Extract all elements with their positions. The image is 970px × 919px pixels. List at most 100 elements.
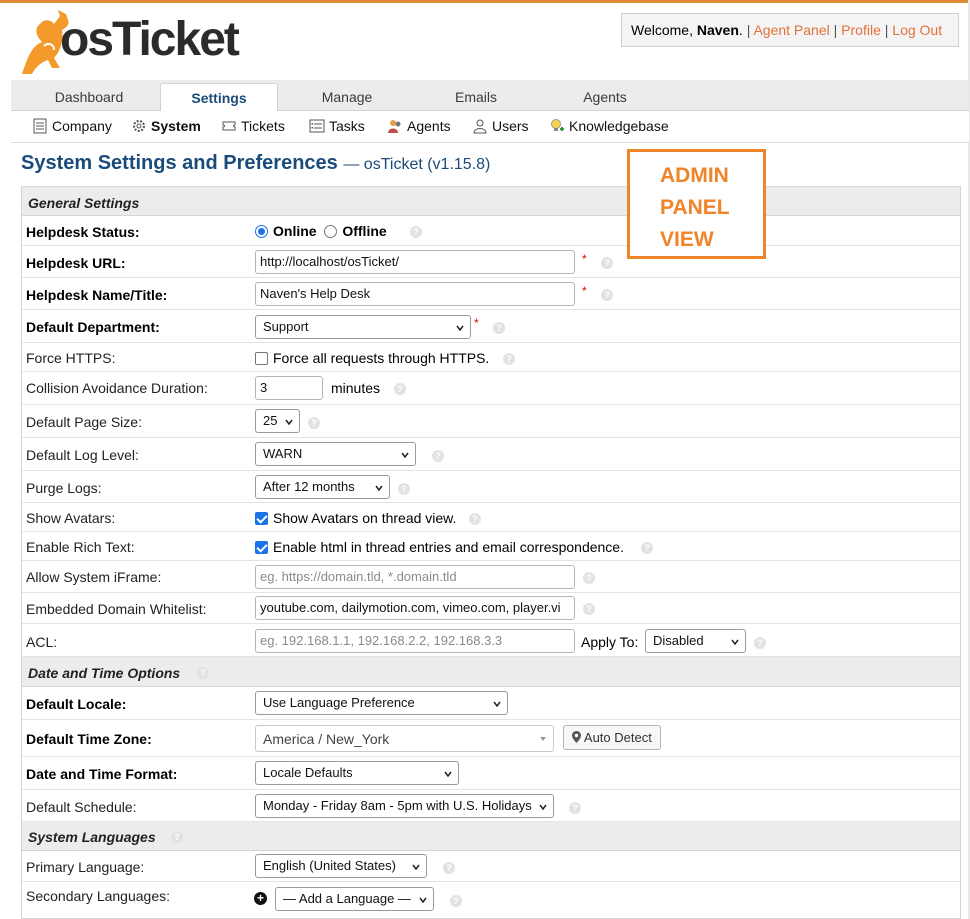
- apply-to-value: Disabled: [653, 633, 704, 648]
- collision-duration-input[interactable]: 3: [255, 376, 323, 400]
- row-rich-text: Enable Rich Text: Enable html in thread …: [22, 532, 960, 561]
- add-language-select[interactable]: — Add a Language —: [275, 887, 434, 911]
- rich-text-text: Enable html in thread entries and email …: [273, 539, 624, 555]
- help-icon[interactable]: ?: [469, 513, 481, 525]
- helpdesk-name-input[interactable]: Naven's Help Desk: [255, 282, 575, 306]
- section-date-time: Date and Time Options ?: [22, 657, 960, 687]
- help-icon[interactable]: ?: [197, 667, 209, 679]
- add-language-value: — Add a Language —: [283, 891, 411, 906]
- agent-panel-link[interactable]: Agent Panel: [753, 22, 829, 38]
- collision-duration-label: Collision Avoidance Duration:: [26, 380, 208, 396]
- page-title-text: System Settings and Preferences: [21, 152, 338, 174]
- force-https-checkbox[interactable]: [255, 352, 268, 365]
- help-icon[interactable]: ?: [394, 383, 406, 395]
- whitelist-input[interactable]: youtube.com, dailymotion.com, vimeo.com,…: [255, 596, 575, 620]
- tab-manage[interactable]: Manage: [287, 83, 407, 111]
- required-marker: *: [474, 316, 479, 330]
- main-nav: Dashboard Settings Manage Emails Agents: [11, 80, 969, 112]
- chevron-down-icon: [731, 639, 739, 646]
- callout-line: VIEW: [660, 228, 714, 251]
- tab-settings[interactable]: Settings: [160, 83, 278, 112]
- help-icon[interactable]: ?: [443, 862, 455, 874]
- profile-link[interactable]: Profile: [841, 22, 881, 38]
- subnav-label: Company: [52, 118, 112, 134]
- callout-line: ADMIN: [660, 164, 729, 187]
- user-name: Naven: [696, 22, 739, 38]
- row-helpdesk-url: Helpdesk URL: http://localhost/osTicket/…: [22, 246, 960, 278]
- timezone-select[interactable]: America / New_York: [255, 725, 554, 752]
- purge-logs-select[interactable]: After 12 months: [255, 475, 390, 499]
- chevron-down-icon: [493, 701, 501, 708]
- brand-logo[interactable]: osTicket: [14, 6, 240, 78]
- online-label: Online: [273, 223, 317, 239]
- subnav-knowledgebase[interactable]: Knowledgebase: [549, 118, 669, 136]
- iframe-input[interactable]: eg. https://domain.tld, *.domain.tld: [255, 565, 575, 589]
- subnav-agents[interactable]: Agents: [387, 118, 451, 136]
- chevron-down-icon: [419, 897, 427, 904]
- subnav-label: Tasks: [329, 118, 365, 134]
- subnav-system[interactable]: System: [131, 118, 201, 136]
- help-icon[interactable]: ?: [601, 289, 613, 301]
- acl-input[interactable]: eg. 192.168.1.1, 192.168.2.2, 192.168.3.…: [255, 629, 575, 653]
- row-default-timezone: Default Time Zone: America / New_York Au…: [22, 720, 960, 757]
- row-secondary-languages: Secondary Languages: + — Add a Language …: [22, 882, 960, 918]
- tab-emails[interactable]: Emails: [416, 83, 536, 111]
- subnav-tickets[interactable]: Tickets: [221, 118, 285, 136]
- subnav-company[interactable]: Company: [32, 118, 112, 136]
- page-size-select[interactable]: 25: [255, 409, 300, 433]
- department-select[interactable]: Support: [255, 315, 471, 339]
- online-radio[interactable]: [255, 225, 268, 238]
- show-avatars-label: Show Avatars:: [26, 510, 116, 526]
- help-icon[interactable]: ?: [432, 450, 444, 462]
- help-icon[interactable]: ?: [601, 257, 613, 269]
- log-level-select[interactable]: WARN: [255, 442, 416, 466]
- help-icon[interactable]: ?: [583, 572, 595, 584]
- force-https-text: Force all requests through HTTPS.: [273, 350, 490, 366]
- users-icon: [473, 119, 487, 134]
- add-icon[interactable]: +: [254, 892, 267, 905]
- help-icon[interactable]: ?: [583, 603, 595, 615]
- log-level-value: WARN: [263, 446, 303, 461]
- schedule-value: Monday - Friday 8am - 5pm with U.S. Holi…: [263, 798, 532, 813]
- row-purge-logs: Purge Logs: After 12 months ?: [22, 471, 960, 503]
- date-format-select[interactable]: Locale Defaults: [255, 761, 459, 785]
- apply-to-select[interactable]: Disabled: [645, 629, 746, 653]
- help-icon[interactable]: ?: [398, 483, 410, 495]
- caret-down-icon: [540, 737, 546, 741]
- offline-radio[interactable]: [324, 225, 338, 238]
- welcome-suffix: .: [738, 22, 743, 38]
- show-avatars-checkbox[interactable]: [255, 512, 268, 525]
- help-icon[interactable]: ?: [754, 637, 766, 649]
- schedule-select[interactable]: Monday - Friday 8am - 5pm with U.S. Holi…: [255, 794, 554, 818]
- help-icon[interactable]: ?: [641, 542, 653, 554]
- tickets-icon: [222, 121, 236, 131]
- auto-detect-button[interactable]: Auto Detect: [563, 725, 661, 750]
- locale-select[interactable]: Use Language Preference: [255, 691, 508, 715]
- tab-agents[interactable]: Agents: [545, 83, 665, 111]
- chevron-down-icon: [539, 804, 547, 811]
- auto-detect-label: Auto Detect: [583, 730, 652, 745]
- helpdesk-url-input[interactable]: http://localhost/osTicket/: [255, 250, 575, 274]
- subnav-label: Users: [492, 118, 529, 134]
- locale-value: Use Language Preference: [263, 695, 415, 710]
- agents-icon: [388, 120, 401, 133]
- logout-link[interactable]: Log Out: [892, 22, 942, 38]
- subnav-tasks[interactable]: Tasks: [309, 118, 365, 136]
- row-acl: ACL: eg. 192.168.1.1, 192.168.2.2, 192.1…: [22, 624, 960, 657]
- help-icon[interactable]: ?: [450, 895, 462, 907]
- help-icon[interactable]: ?: [410, 226, 422, 238]
- primary-language-select[interactable]: English (United States): [255, 854, 427, 878]
- user-menu: Welcome, Naven. | Agent Panel | Profile …: [621, 13, 959, 47]
- help-icon[interactable]: ?: [493, 322, 505, 334]
- rich-text-checkbox[interactable]: [255, 541, 268, 554]
- subnav-users[interactable]: Users: [472, 118, 529, 136]
- tab-dashboard[interactable]: Dashboard: [29, 83, 149, 111]
- help-icon[interactable]: ?: [308, 417, 320, 429]
- page-size-label: Default Page Size:: [26, 414, 142, 430]
- help-icon[interactable]: ?: [569, 802, 581, 814]
- chevron-down-icon: [444, 771, 452, 778]
- help-icon[interactable]: ?: [171, 831, 183, 843]
- page-title: System Settings and Preferences — osTick…: [21, 152, 490, 175]
- help-icon[interactable]: ?: [503, 353, 515, 365]
- settings-subnav: Company System Tickets Tasks Agents User…: [11, 111, 969, 143]
